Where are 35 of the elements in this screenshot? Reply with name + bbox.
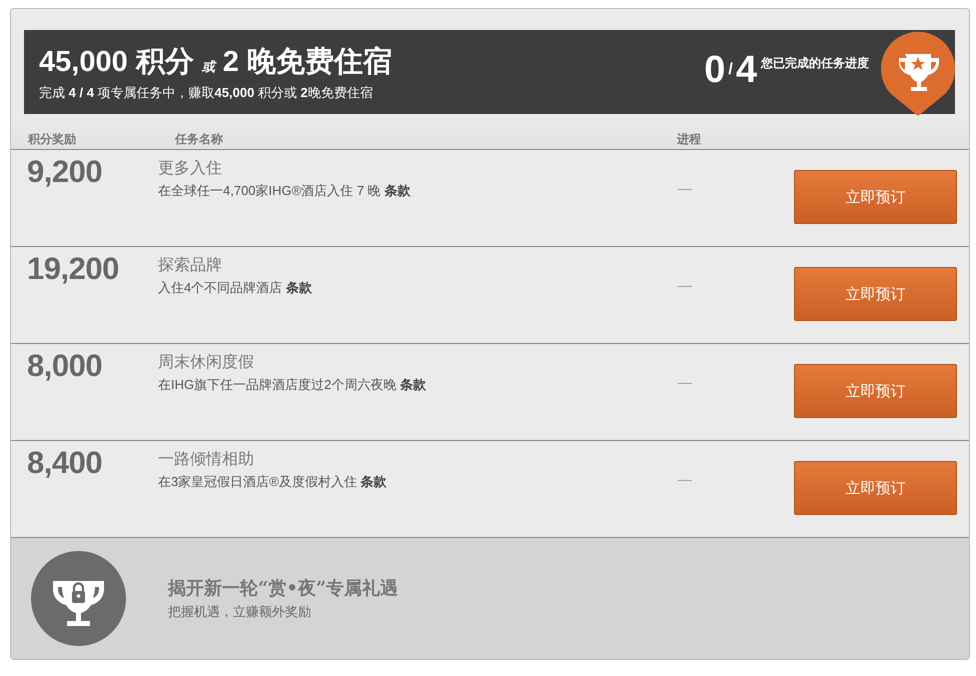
progress-dash: — xyxy=(678,374,693,392)
column-header: 进程 xyxy=(677,131,702,148)
terms-link[interactable]: 条款 xyxy=(384,183,410,198)
task-name: 更多入住 xyxy=(158,158,223,179)
progress-label: 您已完成的任务进度 xyxy=(761,54,869,72)
task-description: 在3家皇冠假日酒店®及度假村入住 条款 xyxy=(158,473,388,491)
nights-title: 2 晚免费住宿 xyxy=(222,44,392,80)
or-text: 或 xyxy=(202,58,215,76)
terms-link[interactable]: 条款 xyxy=(360,474,386,489)
task-description: 在IHG旗下任一品牌酒店度过2个周六夜晚 条款 xyxy=(158,376,427,394)
progress-dash: — xyxy=(678,180,693,198)
trophy-pin-icon xyxy=(881,30,955,116)
task-name: 周末休闲度假 xyxy=(158,352,255,373)
terms-link[interactable]: 条款 xyxy=(286,280,312,295)
progress-dash: — xyxy=(678,471,693,489)
reward-subtitle: 完成 4 / 4 项专属任务中，赚取45,000 积分或 2晚免费住宿 xyxy=(39,84,374,102)
points-reward: 8,000 xyxy=(27,348,104,385)
column-header: 积分奖励 xyxy=(28,131,77,148)
terms-link[interactable]: 条款 xyxy=(400,377,426,392)
points-reward: 8,400 xyxy=(27,445,104,482)
points-reward: 9,200 xyxy=(27,154,104,191)
progress-separator: / xyxy=(728,61,733,79)
progress-total: 4 xyxy=(736,48,757,92)
footer-title: 揭开新一轮“赏•夜”专属礼遇 xyxy=(168,577,398,600)
task-description: 入住4个不同品牌酒店 条款 xyxy=(158,279,313,297)
points-reward: 19,200 xyxy=(27,251,120,288)
progress-done: 0 xyxy=(704,48,726,92)
task-name: 一路倾情相助 xyxy=(158,450,255,470)
reward-title: 45,000 积分 xyxy=(39,45,194,80)
task-name: 探索品牌 xyxy=(158,256,223,276)
task-description: 在全球任一4,700家IHG®酒店入住 7 晚 条款 xyxy=(158,182,412,200)
progress-dash: — xyxy=(678,277,693,295)
footer-subtitle: 把握机遇，立赚额外奖励 xyxy=(168,603,312,621)
column-header: 任务名称 xyxy=(175,131,224,148)
locked-trophy-icon xyxy=(31,551,126,646)
